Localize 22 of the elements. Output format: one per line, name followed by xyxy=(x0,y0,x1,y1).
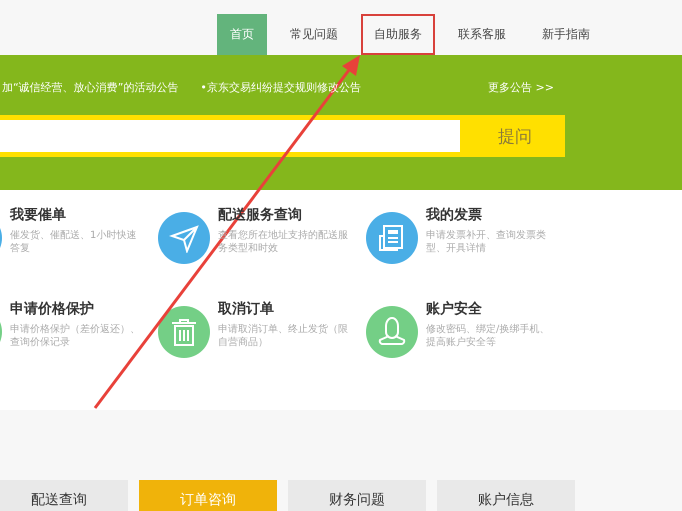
person-icon[interactable] xyxy=(366,306,418,358)
plane-icon[interactable] xyxy=(158,212,210,264)
service-description: 申请取消订单、终止发货（限自营商品） xyxy=(218,323,348,349)
service-description: 催发货、催配送、1小时快速答复 xyxy=(10,229,138,255)
category-tab[interactable]: 配送查询 xyxy=(0,480,128,511)
nav-tab[interactable]: 常见问题 xyxy=(277,14,351,55)
category-tab[interactable]: 财务问题 xyxy=(288,480,426,511)
nav-tab[interactable]: 新手指南 xyxy=(529,14,603,55)
service-title[interactable]: 取消订单 xyxy=(218,300,348,318)
invoice-icon[interactable] xyxy=(366,212,418,264)
service-title[interactable]: 我的发票 xyxy=(426,206,556,224)
service-title[interactable]: 账户安全 xyxy=(426,300,556,318)
service-title[interactable]: 申请价格保护 xyxy=(10,300,140,318)
service-description: 申请发票补开、查询发票类型、开具详情 xyxy=(426,229,547,255)
nav-tab[interactable]: 联系客服 xyxy=(445,14,519,55)
category-tab[interactable]: 账户信息 xyxy=(437,480,575,511)
service-title[interactable]: 我要催单 xyxy=(10,206,140,224)
search-field[interactable] xyxy=(0,115,465,157)
trash-icon[interactable] xyxy=(158,306,210,358)
nav-tab[interactable]: 自助服务 xyxy=(361,14,435,55)
service-description: 申请价格保护（差价返还）、查询价保记录 xyxy=(10,323,140,349)
service-description: 修改密码、绑定/换绑手机、提高账户安全等 xyxy=(426,323,550,349)
